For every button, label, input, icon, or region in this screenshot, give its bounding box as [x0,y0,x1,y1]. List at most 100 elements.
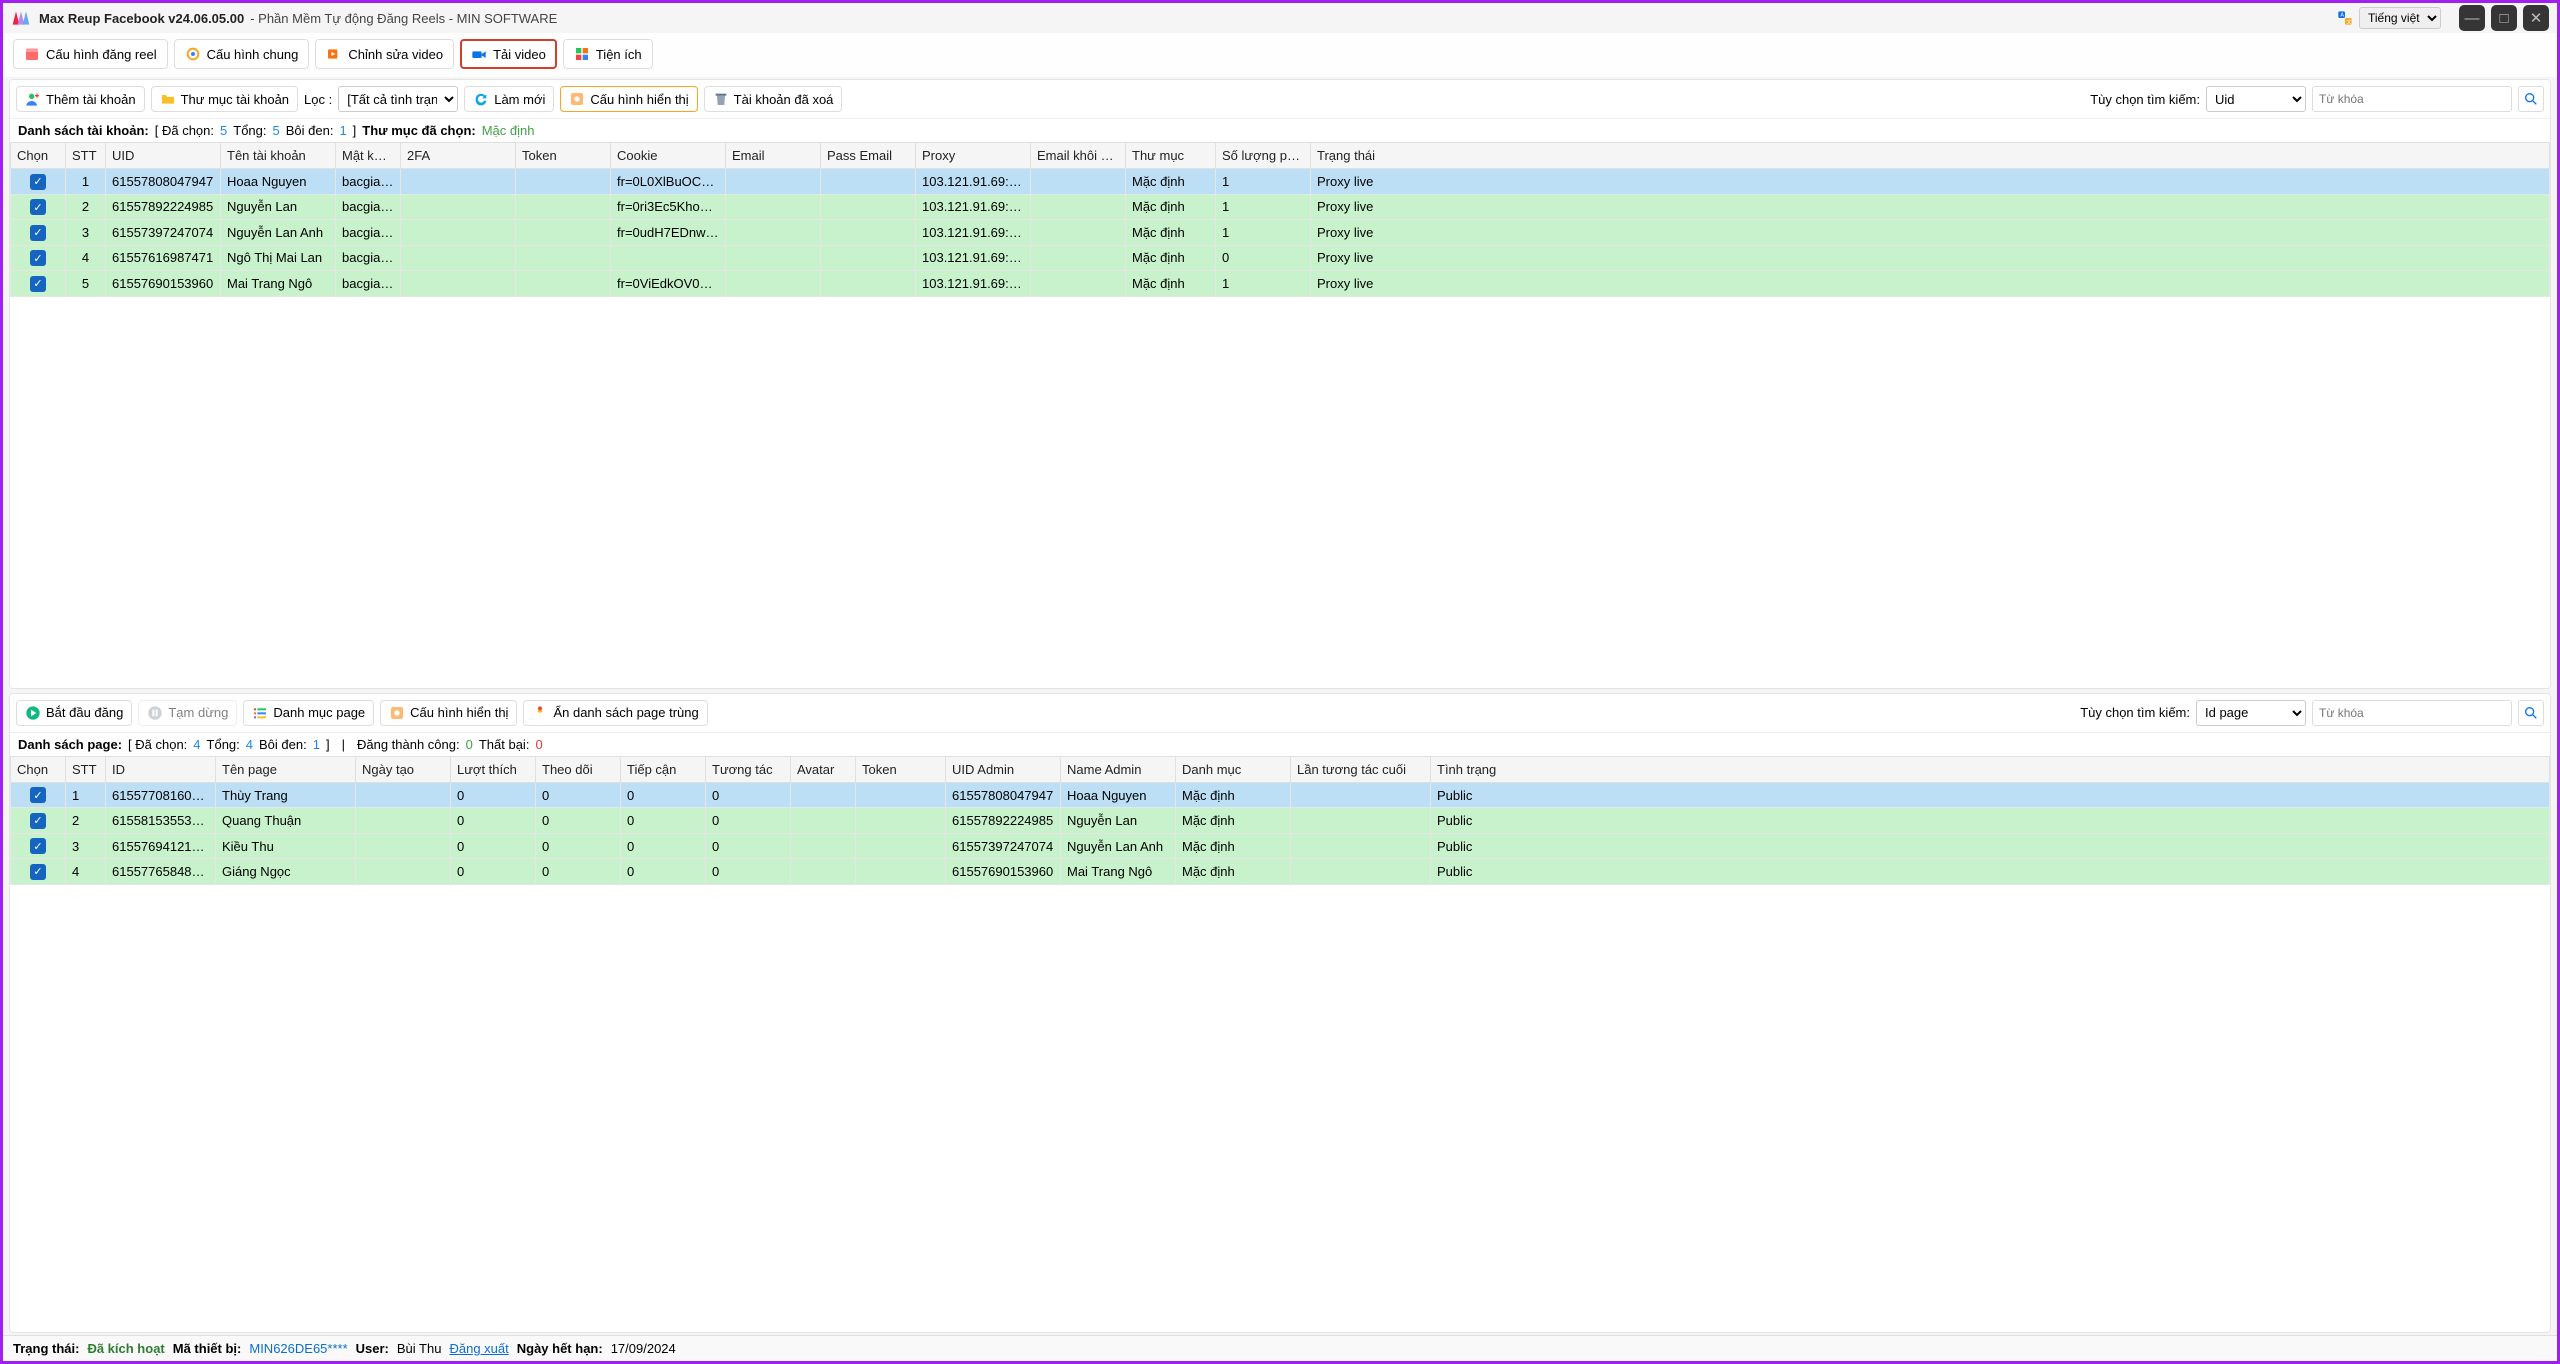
pin-icon [532,705,548,721]
accounts-col-header[interactable]: Tên tài khoản [221,143,336,169]
calendar-icon [24,46,40,62]
pages-col-header[interactable]: Token [856,756,946,782]
pages-col-header[interactable]: STT [66,756,106,782]
pages-summary: Danh sách page: [ Đã chọn: 4 Tổng: 4 Bôi… [10,733,2550,756]
user-plus-icon [25,91,41,107]
logout-link[interactable]: Đăng xuất [449,1341,508,1356]
checkbox[interactable]: ✓ [30,250,46,266]
accounts-table[interactable]: ChọnSTTUIDTên tài khoảnMật khẩu2FATokenC… [10,142,2550,297]
close-button[interactable]: ✕ [2523,5,2549,31]
pages-col-header[interactable]: Avatar [791,756,856,782]
page-list-button[interactable]: Danh mục page [243,700,374,726]
camera-icon [471,46,487,62]
minimize-button[interactable]: — [2459,5,2485,31]
maximize-button[interactable]: □ [2491,5,2517,31]
pages-col-header[interactable]: Tiếp cận [621,756,706,782]
checkbox[interactable]: ✓ [30,225,46,241]
search-icon [2523,91,2539,107]
accounts-col-header[interactable]: 2FA [401,143,516,169]
accounts-section: Thêm tài khoản Thư mục tài khoản Lọc : [… [9,79,2551,689]
refresh-icon [473,91,489,107]
table-row[interactable]: ✓161557708160664Thùy Trang00006155780804… [11,782,2550,808]
window-subtitle: - Phần Mềm Tự động Đăng Reels - MIN SOFT… [250,11,557,26]
pages-col-header[interactable]: UID Admin [946,756,1061,782]
accounts-col-header[interactable]: Email khôi phục [1031,143,1126,169]
nav-general-config[interactable]: Cấu hình chung [174,39,310,69]
page-search-input[interactable] [2312,700,2512,726]
nav-edit-video[interactable]: Chỉnh sửa video [315,39,454,69]
checkbox[interactable]: ✓ [30,787,46,803]
refresh-button[interactable]: Làm mới [464,86,554,112]
hide-duplicate-button[interactable]: Ẩn danh sách page trùng [523,700,707,726]
table-row[interactable]: ✓461557616987471Ngô Thị Mai Lanbacgiang.… [11,245,2550,271]
account-folder-button[interactable]: Thư mục tài khoản [151,86,298,112]
pages-col-header[interactable]: Tương tác [706,756,791,782]
gear-icon [185,46,201,62]
language-select[interactable]: Tiếng việt [2359,7,2441,29]
accounts-col-header[interactable]: UID [106,143,221,169]
table-row[interactable]: ✓561557690153960Mai Trang Ngôbacgiang...… [11,271,2550,297]
accounts-col-header[interactable]: Email [726,143,821,169]
accounts-col-header[interactable]: Số lượng page [1216,143,1311,169]
search-field-select[interactable]: Uid [2206,86,2306,112]
add-account-button[interactable]: Thêm tài khoản [16,86,145,112]
accounts-col-header[interactable]: STT [66,143,106,169]
nav-download-video[interactable]: Tải video [460,39,557,69]
accounts-col-header[interactable]: Thư mục [1126,143,1216,169]
settings-icon [389,705,405,721]
table-row[interactable]: ✓361557694121091Kiều Thu0000615573972470… [11,833,2550,859]
filter-label: Lọc : [304,92,332,107]
pages-col-header[interactable]: Chọn [11,756,66,782]
deleted-accounts-button[interactable]: Tài khoản đã xoá [704,86,843,112]
display-config-button[interactable]: Cấu hình hiển thị [560,86,697,112]
translate-icon: A文 [2337,10,2353,26]
pages-col-header[interactable]: Tình trạng [1431,756,2550,782]
pause-button[interactable]: Tạm dừng [138,700,237,726]
pages-col-header[interactable]: Theo dõi [536,756,621,782]
search-button[interactable] [2518,86,2544,112]
table-row[interactable]: ✓161557808047947Hoaa Nguyenbacgiang...fr… [11,169,2550,195]
pages-col-header[interactable]: Ngày tạo [356,756,451,782]
pages-section: Bắt đầu đăng Tạm dừng Danh mục page Cấu … [9,693,2551,1333]
table-row[interactable]: ✓261558153553187Quang Thuận0000615578922… [11,808,2550,834]
pages-toolbar: Bắt đầu đăng Tạm dừng Danh mục page Cấu … [10,694,2550,733]
pages-col-header[interactable]: Danh mục [1176,756,1291,782]
checkbox[interactable]: ✓ [30,864,46,880]
checkbox[interactable]: ✓ [30,174,46,190]
checkbox[interactable]: ✓ [30,199,46,215]
accounts-col-header[interactable]: Mật khẩu [336,143,401,169]
checkbox[interactable]: ✓ [30,813,46,829]
accounts-col-header[interactable]: Trạng thái [1311,143,2550,169]
settings-icon [569,91,585,107]
search-input[interactable] [2312,86,2512,112]
list-icon [252,705,268,721]
pages-col-header[interactable]: Lượt thích [451,756,536,782]
pages-col-header[interactable]: Name Admin [1061,756,1176,782]
table-row[interactable]: ✓361557397247074Nguyễn Lan Anhbacgiang..… [11,220,2550,246]
pages-col-header[interactable]: ID [106,756,216,782]
accounts-col-header[interactable]: Chọn [11,143,66,169]
accounts-col-header[interactable]: Proxy [916,143,1031,169]
accounts-col-header[interactable]: Token [516,143,611,169]
start-button[interactable]: Bắt đầu đăng [16,700,132,726]
accounts-col-header[interactable]: Pass Email [821,143,916,169]
nav-utilities[interactable]: Tiện ích [563,39,653,69]
nav-reel-config[interactable]: Cấu hình đăng reel [13,39,168,69]
accounts-col-header[interactable]: Cookie [611,143,726,169]
pages-col-header[interactable]: Lần tương tác cuối [1291,756,1431,782]
checkbox[interactable]: ✓ [30,838,46,854]
pages-col-header[interactable]: Tên page [216,756,356,782]
svg-text:A: A [2340,13,2344,19]
search-option-label: Tùy chọn tìm kiếm: [2090,92,2200,107]
table-row[interactable]: ✓461557765848045Giáng Ngọc00006155769015… [11,859,2550,885]
language-selector[interactable]: A文 Tiếng việt [2337,7,2441,29]
page-search-field-select[interactable]: Id page [2196,700,2306,726]
pages-table[interactable]: ChọnSTTIDTên pageNgày tạoLượt thíchTheo … [10,756,2550,885]
expire-date: 17/09/2024 [611,1341,676,1356]
checkbox[interactable]: ✓ [30,276,46,292]
table-row[interactable]: ✓261557892224985Nguyễn Lanbacgiang...fr=… [11,194,2550,220]
page-display-config-button[interactable]: Cấu hình hiển thị [380,700,517,726]
filter-select[interactable]: [Tất cả tình trạng] [338,86,458,112]
accounts-toolbar: Thêm tài khoản Thư mục tài khoản Lọc : [… [10,80,2550,119]
page-search-button[interactable] [2518,700,2544,726]
